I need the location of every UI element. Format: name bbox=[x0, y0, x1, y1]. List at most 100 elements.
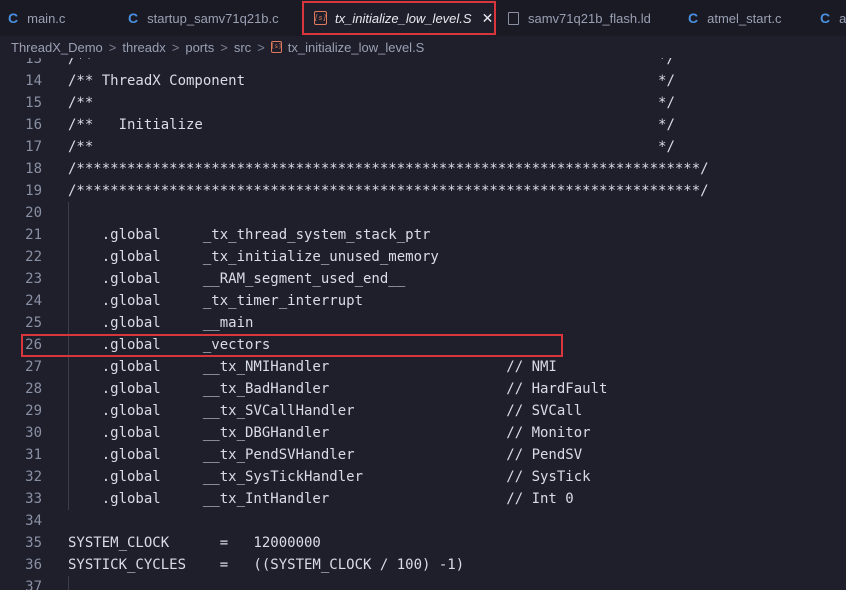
line-number: 27 bbox=[25, 359, 42, 375]
code-text: /** */ bbox=[68, 139, 675, 155]
code-text: .global __tx_SVCallHandler // SVCall bbox=[68, 403, 583, 419]
code-text: /** */ bbox=[68, 95, 675, 111]
line-number: 15 bbox=[25, 95, 42, 111]
line-number: 34 bbox=[25, 513, 42, 529]
tab-tx-initialize-low-level-s[interactable]: [s] tx_initialize_low_level.S ✕ bbox=[302, 0, 495, 36]
line-number: 18 bbox=[25, 161, 42, 177]
asm-file-icon: [s] bbox=[314, 11, 327, 25]
line-number: 33 bbox=[25, 491, 42, 507]
code-line: 31 .global __tx_PendSVHandler // PendSV bbox=[0, 444, 846, 466]
code-line: 27 .global __tx_NMIHandler // NMI bbox=[0, 356, 846, 378]
tab-label: main.c bbox=[27, 10, 66, 26]
tab-label: atmel_start.c bbox=[707, 10, 782, 26]
code-line: 28 .global __tx_BadHandler // HardFault bbox=[0, 378, 846, 400]
code-text: .global _tx_thread_system_stack_ptr bbox=[68, 227, 431, 243]
code-text: .global _tx_initialize_unused_memory bbox=[68, 249, 439, 265]
tab-startup-samv71q21b-c[interactable]: C startup_samv71q21b.c bbox=[128, 0, 298, 36]
asm-file-icon: [s] bbox=[270, 41, 282, 53]
code-line: 29 .global __tx_SVCallHandler // SVCall bbox=[0, 400, 846, 422]
code-text: SYSTICK_CYCLES = ((SYSTEM_CLOCK / 100) -… bbox=[68, 557, 465, 573]
breadcrumb-separator: > bbox=[257, 39, 265, 55]
code-line: 30 .global __tx_DBGHandler // Monitor bbox=[0, 422, 846, 444]
code-line: 18 /*************************************… bbox=[0, 158, 846, 180]
line-number: 21 bbox=[25, 227, 42, 243]
line-number: 36 bbox=[25, 557, 42, 573]
line-number: 17 bbox=[25, 139, 42, 155]
line-number: 37 bbox=[25, 579, 42, 590]
code-line: 33 .global __tx_IntHandler // Int 0 bbox=[0, 488, 846, 510]
breadcrumb-separator: > bbox=[108, 39, 117, 55]
line-number: 24 bbox=[25, 293, 42, 309]
c-file-icon: C bbox=[128, 10, 139, 26]
code-text: .global __main bbox=[68, 315, 254, 331]
breadcrumb-item[interactable]: tx_initialize_low_level.S bbox=[288, 40, 425, 55]
code-line: 17 /** */ bbox=[0, 136, 846, 158]
breadcrumb-item[interactable]: threadx bbox=[122, 40, 165, 55]
code-text: .global __tx_SysTickHandler // SysTick bbox=[68, 469, 591, 485]
breadcrumb-item[interactable]: ports bbox=[185, 40, 214, 55]
code-line: 26 .global _vectors bbox=[0, 334, 846, 356]
editor-tab-bar: C main.c C startup_samv71q21b.c [s] tx_i… bbox=[0, 0, 846, 36]
code-text: /***************************************… bbox=[68, 161, 709, 177]
tab-label: tx_initialize_low_level.S bbox=[335, 10, 472, 26]
line-number: 20 bbox=[25, 205, 42, 221]
tab-main-c[interactable]: C main.c bbox=[8, 0, 108, 36]
c-file-icon: C bbox=[688, 10, 699, 26]
breadcrumb-item[interactable]: ThreadX_Demo bbox=[11, 40, 103, 55]
line-number: 14 bbox=[25, 73, 42, 89]
code-line: 20 bbox=[0, 202, 846, 224]
tab-atmel-start-c[interactable]: C atmel_start.c bbox=[688, 0, 818, 36]
line-number: 16 bbox=[25, 117, 42, 133]
breadcrumb-item[interactable]: src bbox=[234, 40, 251, 55]
line-number: 30 bbox=[25, 425, 42, 441]
tab-ap[interactable]: C ap bbox=[820, 0, 846, 36]
line-number: 13 bbox=[25, 58, 42, 67]
code-line: 32 .global __tx_SysTickHandler // SysTic… bbox=[0, 466, 846, 488]
code-text: .global __tx_PendSVHandler // PendSV bbox=[68, 447, 583, 463]
code-text: /** ThreadX Component */ bbox=[68, 73, 675, 89]
code-line: 13 /** */ bbox=[0, 58, 846, 70]
code-line: 36 SYSTICK_CYCLES = ((SYSTEM_CLOCK / 100)… bbox=[0, 554, 846, 576]
code-line: 25 .global __main bbox=[0, 312, 846, 334]
code-editor[interactable]: 13 /** */ 14 /** ThreadX Component */ 15 /*… bbox=[0, 58, 846, 590]
line-number: 23 bbox=[25, 271, 42, 287]
c-file-icon: C bbox=[820, 10, 831, 26]
code-line: 16 /** Initialize */ bbox=[0, 114, 846, 136]
line-number: 26 bbox=[25, 337, 42, 353]
code-line: 34 bbox=[0, 510, 846, 532]
code-line: 15 /** */ bbox=[0, 92, 846, 114]
line-number: 32 bbox=[25, 469, 42, 485]
code-text: .global __tx_NMIHandler // NMI bbox=[68, 359, 557, 375]
line-number: 22 bbox=[25, 249, 42, 265]
breadcrumb-separator: > bbox=[171, 39, 180, 55]
code-line: 19 /*************************************… bbox=[0, 180, 846, 202]
code-text: .global __tx_DBGHandler // Monitor bbox=[68, 425, 591, 441]
code-line: 14 /** ThreadX Component */ bbox=[0, 70, 846, 92]
code-line: 21 .global _tx_thread_system_stack_ptr bbox=[0, 224, 846, 246]
code-line: 22 .global _tx_initialize_unused_memory bbox=[0, 246, 846, 268]
code-text: .global _vectors bbox=[68, 337, 271, 353]
code-text: /***************************************… bbox=[68, 183, 709, 199]
line-number: 35 bbox=[25, 535, 42, 551]
indent-guide bbox=[68, 202, 69, 224]
breadcrumb: ThreadX_Demo > threadx > ports > src > [… bbox=[0, 36, 846, 58]
line-number: 19 bbox=[25, 183, 42, 199]
tab-label: samv71q21b_flash.ld bbox=[528, 10, 651, 26]
line-number: 28 bbox=[25, 381, 42, 397]
code-text: SYSTEM_CLOCK = 12000000 bbox=[68, 535, 321, 551]
tab-samv71q21b-flash-ld[interactable]: samv71q21b_flash.ld bbox=[508, 0, 683, 36]
tab-label: startup_samv71q21b.c bbox=[147, 10, 279, 26]
line-number: 25 bbox=[25, 315, 42, 331]
code-line: 37 bbox=[0, 576, 846, 590]
file-icon bbox=[508, 11, 519, 25]
code-text: /** */ bbox=[68, 58, 675, 67]
code-text: .global __RAM_segment_used_end__ bbox=[68, 271, 406, 287]
close-icon[interactable]: ✕ bbox=[482, 10, 494, 27]
code-text: .global __tx_IntHandler // Int 0 bbox=[68, 491, 574, 507]
c-file-icon: C bbox=[8, 10, 19, 26]
indent-guide bbox=[68, 576, 69, 590]
line-number: 31 bbox=[25, 447, 42, 463]
code-line: 24 .global _tx_timer_interrupt bbox=[0, 290, 846, 312]
code-text: .global __tx_BadHandler // HardFault bbox=[68, 381, 608, 397]
code-line: 23 .global __RAM_segment_used_end__ bbox=[0, 268, 846, 290]
